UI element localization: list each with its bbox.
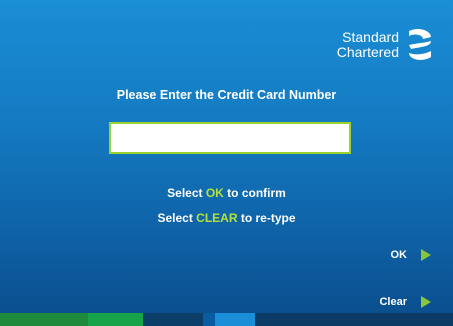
bar-segment	[88, 313, 143, 326]
bar-segment	[215, 313, 255, 326]
instructions: Select OK to confirm Select CLEAR to re-…	[0, 181, 453, 231]
bar-segment	[255, 313, 453, 326]
instruction-key-ok: OK	[205, 186, 224, 200]
instruction-text: to re-type	[237, 211, 296, 225]
bank-logo: Standard Chartered	[337, 27, 435, 63]
triangle-right-icon	[421, 296, 431, 308]
instruction-key-clear: CLEAR	[196, 211, 238, 225]
credit-card-number-input[interactable]	[109, 122, 351, 154]
bar-segment	[203, 313, 215, 326]
triangle-right-icon	[421, 249, 431, 261]
logo-wordmark: Standard Chartered	[337, 30, 399, 60]
ok-button[interactable]: OK	[390, 249, 431, 261]
instruction-text: Select	[157, 211, 197, 225]
clear-button-label: Clear	[379, 296, 407, 308]
instruction-text: to confirm	[223, 186, 286, 200]
standard-chartered-logo-icon	[409, 28, 431, 60]
logo-line-2: Chartered	[336, 44, 399, 60]
instruction-retype: Select CLEAR to re-type	[0, 206, 453, 231]
bar-segment	[143, 313, 203, 326]
ok-button-label: OK	[390, 249, 408, 261]
bar-segment	[0, 313, 88, 326]
atm-screen: Standard Chartered Please Enter the Cred…	[0, 0, 453, 326]
page-prompt: Please Enter the Credit Card Number	[116, 88, 337, 102]
clear-button[interactable]: Clear	[379, 296, 431, 308]
instruction-text: Select	[167, 186, 206, 200]
logo-line-1: Standard	[342, 29, 399, 45]
bottom-color-bar	[0, 313, 453, 326]
instruction-confirm: Select OK to confirm	[0, 181, 453, 206]
